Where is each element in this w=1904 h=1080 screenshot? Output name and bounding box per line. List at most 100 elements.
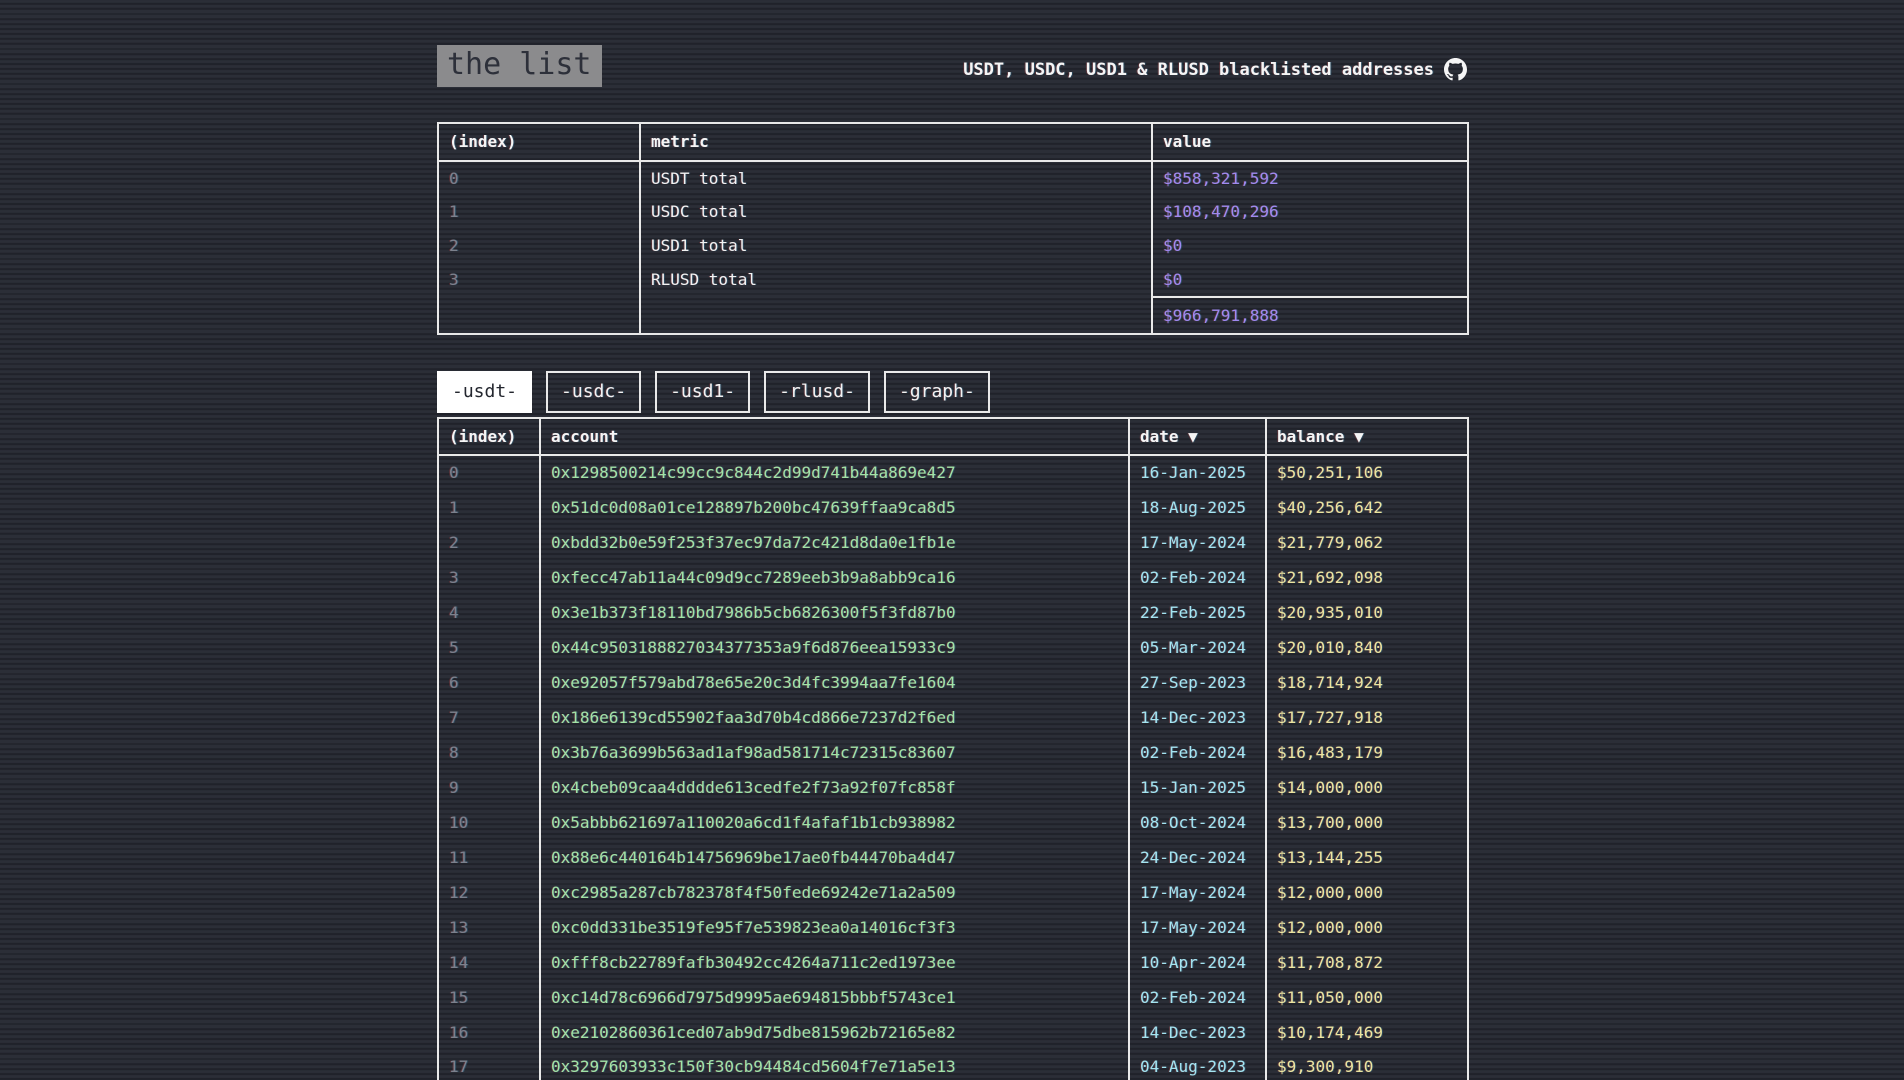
row-index-cell: 15 (438, 980, 540, 1015)
summary-header-metric: metric (640, 123, 1152, 161)
summary-index-cell: 0 (438, 161, 640, 195)
row-index-cell: 2 (438, 525, 540, 560)
summary-total-metric-cell (640, 297, 1152, 334)
table-row: 6 0xe92057f579abd78e65e20c3d4fc3994aa7fe… (438, 665, 1468, 700)
table-row: 2 0xbdd32b0e59f253f37ec97da72c421d8da0e1… (438, 525, 1468, 560)
row-balance-cell: $11,050,000 (1266, 980, 1468, 1015)
summary-table-row: 1 USDC total $108,470,296 (438, 195, 1468, 229)
row-account-cell: 0xfecc47ab11a44c09d9cc7289eeb3b9a8abb9ca… (540, 560, 1129, 595)
summary-table-row: 2 USD1 total $0 (438, 229, 1468, 263)
summary-header-row: (index) metric value (438, 123, 1468, 161)
summary-value-cell: $858,321,592 (1152, 161, 1468, 195)
row-index-cell: 9 (438, 770, 540, 805)
row-account-cell: 0x3e1b373f18110bd7986b5cb6826300f5f3fd87… (540, 595, 1129, 630)
table-row: 3 0xfecc47ab11a44c09d9cc7289eeb3b9a8abb9… (438, 560, 1468, 595)
blacklist-header-balance-sort[interactable]: balance ▼ (1266, 418, 1468, 455)
row-index-cell: 1 (438, 490, 540, 525)
row-balance-cell: $21,779,062 (1266, 525, 1468, 560)
page-title: the list (437, 45, 602, 87)
row-balance-cell: $20,010,840 (1266, 630, 1468, 665)
row-date-cell: 04-Aug-2023 (1129, 1050, 1266, 1080)
summary-value-cell: $108,470,296 (1152, 195, 1468, 229)
summary-metric-cell: USDT total (640, 161, 1152, 195)
summary-metric-cell: USDC total (640, 195, 1152, 229)
tab-usdt[interactable]: -usdt- (437, 371, 532, 413)
summary-total-value: $966,791,888 (1152, 297, 1468, 334)
row-account-cell: 0xc2985a287cb782378f4f50fede69242e71a2a5… (540, 875, 1129, 910)
row-balance-cell: $20,935,010 (1266, 595, 1468, 630)
tab-rlusd[interactable]: -rlusd- (764, 371, 870, 413)
row-account-cell: 0xc0dd331be3519fe95f7e539823ea0a14016cf3… (540, 910, 1129, 945)
row-date-cell: 17-May-2024 (1129, 525, 1266, 560)
row-account-cell: 0xbdd32b0e59f253f37ec97da72c421d8da0e1fb… (540, 525, 1129, 560)
github-link[interactable] (1444, 58, 1467, 81)
summary-value-cell: $0 (1152, 229, 1468, 263)
row-date-cell: 02-Feb-2024 (1129, 735, 1266, 770)
table-row: 13 0xc0dd331be3519fe95f7e539823ea0a14016… (438, 910, 1468, 945)
row-balance-cell: $13,700,000 (1266, 805, 1468, 840)
row-index-cell: 10 (438, 805, 540, 840)
row-date-cell: 27-Sep-2023 (1129, 665, 1266, 700)
row-balance-cell: $9,300,910 (1266, 1050, 1468, 1080)
page-header: the list USDT, USDC, USD1 & RLUSD blackl… (437, 45, 1467, 87)
row-date-cell: 24-Dec-2024 (1129, 840, 1266, 875)
row-balance-cell: $13,144,255 (1266, 840, 1468, 875)
summary-table-row: 3 RLUSD total $0 (438, 263, 1468, 297)
row-index-cell: 14 (438, 945, 540, 980)
row-account-cell: 0x44c9503188827034377353a9f6d876eea15933… (540, 630, 1129, 665)
table-row: 17 0x3297603933c150f30cb94484cd5604f7e71… (438, 1050, 1468, 1080)
summary-table: (index) metric value 0 USDT total $858,3… (437, 122, 1469, 335)
summary-index-cell: 2 (438, 229, 640, 263)
row-account-cell: 0x4cbeb09caa4dddde613cedfe2f73a92f07fc85… (540, 770, 1129, 805)
row-balance-cell: $18,714,924 (1266, 665, 1468, 700)
tab-usdc[interactable]: -usdc- (546, 371, 641, 413)
row-index-cell: 11 (438, 840, 540, 875)
summary-index-cell: 1 (438, 195, 640, 229)
table-row: 0 0x1298500214c99cc9c844c2d99d741b44a869… (438, 455, 1468, 490)
table-row: 12 0xc2985a287cb782378f4f50fede69242e71a… (438, 875, 1468, 910)
table-row: 5 0x44c9503188827034377353a9f6d876eea159… (438, 630, 1468, 665)
row-balance-cell: $10,174,469 (1266, 1015, 1468, 1050)
page-container: the list USDT, USDC, USD1 & RLUSD blackl… (437, 0, 1467, 1080)
row-balance-cell: $50,251,106 (1266, 455, 1468, 490)
row-date-cell: 14-Dec-2023 (1129, 700, 1266, 735)
blacklist-header-index: (index) (438, 418, 540, 455)
row-date-cell: 14-Dec-2023 (1129, 1015, 1266, 1050)
row-date-cell: 15-Jan-2025 (1129, 770, 1266, 805)
row-index-cell: 3 (438, 560, 540, 595)
row-account-cell: 0x51dc0d08a01ce128897b200bc47639ffaa9ca8… (540, 490, 1129, 525)
github-icon[interactable] (1444, 58, 1467, 81)
summary-header-index: (index) (438, 123, 640, 161)
row-date-cell: 08-Oct-2024 (1129, 805, 1266, 840)
blacklist-table: (index) account date ▼ balance ▼ 0 0x129… (437, 417, 1469, 1080)
row-balance-cell: $12,000,000 (1266, 910, 1468, 945)
table-row: 14 0xfff8cb22789fafb30492cc4264a711c2ed1… (438, 945, 1468, 980)
table-row: 16 0xe2102860361ced07ab9d75dbe815962b721… (438, 1015, 1468, 1050)
row-index-cell: 0 (438, 455, 540, 490)
token-tabs: -usdt- -usdc- -usd1- -rlusd- -graph- (437, 371, 1467, 413)
row-account-cell: 0xfff8cb22789fafb30492cc4264a711c2ed1973… (540, 945, 1129, 980)
row-balance-cell: $40,256,642 (1266, 490, 1468, 525)
row-date-cell: 22-Feb-2025 (1129, 595, 1266, 630)
row-balance-cell: $21,692,098 (1266, 560, 1468, 595)
row-balance-cell: $17,727,918 (1266, 700, 1468, 735)
row-balance-cell: $11,708,872 (1266, 945, 1468, 980)
tab-usd1[interactable]: -usd1- (655, 371, 750, 413)
blacklist-header-account: account (540, 418, 1129, 455)
table-row: 4 0x3e1b373f18110bd7986b5cb6826300f5f3fd… (438, 595, 1468, 630)
summary-index-cell: 3 (438, 263, 640, 297)
blacklist-header-row: (index) account date ▼ balance ▼ (438, 418, 1468, 455)
row-date-cell: 16-Jan-2025 (1129, 455, 1266, 490)
page-subtitle: USDT, USDC, USD1 & RLUSD blacklisted add… (963, 60, 1434, 80)
row-account-cell: 0xc14d78c6966d7975d9995ae694815bbbf5743c… (540, 980, 1129, 1015)
blacklist-header-date-sort[interactable]: date ▼ (1129, 418, 1266, 455)
summary-total-index-cell (438, 297, 640, 334)
row-account-cell: 0xe2102860361ced07ab9d75dbe815962b72165e… (540, 1015, 1129, 1050)
summary-value-cell: $0 (1152, 263, 1468, 297)
summary-total-row: $966,791,888 (438, 297, 1468, 334)
summary-metric-cell: RLUSD total (640, 263, 1152, 297)
table-row: 11 0x88e6c440164b14756969be17ae0fb44470b… (438, 840, 1468, 875)
row-account-cell: 0x1298500214c99cc9c844c2d99d741b44a869e4… (540, 455, 1129, 490)
tab-graph[interactable]: -graph- (884, 371, 990, 413)
row-account-cell: 0x5abbb621697a110020a6cd1f4afaf1b1cb9389… (540, 805, 1129, 840)
